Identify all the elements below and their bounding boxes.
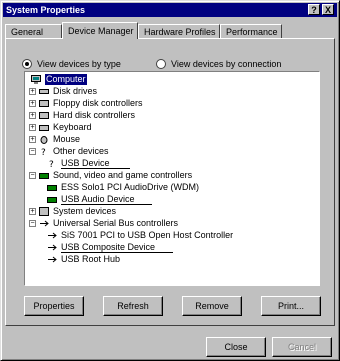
computer-icon (31, 75, 41, 84)
tree-item[interactable]: + Keyboard (29, 122, 92, 133)
tree-item[interactable]: + Hard disk controllers (29, 110, 135, 121)
device-tree[interactable]: Computer + Disk drives + Floppy disk contr… (24, 71, 320, 286)
tree-item-computer[interactable]: Computer (31, 74, 87, 85)
collapse-icon[interactable]: − (29, 220, 36, 227)
tab-general[interactable]: General (5, 24, 62, 38)
tree-label: System devices (53, 206, 117, 216)
tab-performance[interactable]: Performance (220, 24, 282, 38)
tree-label: USB Root Hub (61, 254, 121, 264)
properties-button[interactable]: Properties (24, 296, 84, 316)
disk-drive-icon (39, 89, 49, 94)
view-by-connection-radio[interactable]: View devices by connection (156, 58, 281, 70)
tree-item[interactable]: + Floppy disk controllers (29, 98, 143, 109)
tree-label: Floppy disk controllers (53, 98, 143, 108)
tree-item[interactable]: + Disk drives (29, 86, 97, 97)
help-button[interactable]: ? (308, 4, 320, 15)
tree-label: Other devices (53, 146, 109, 156)
tree-label: Universal Serial Bus controllers (53, 218, 179, 228)
expand-icon[interactable]: + (29, 112, 36, 119)
window-title: System Properties (6, 5, 86, 15)
tree-item[interactable]: + System devices (29, 206, 116, 217)
radio-unselected-icon (156, 59, 166, 69)
mouse-icon (40, 136, 48, 144)
collapse-icon[interactable]: − (29, 148, 36, 155)
print-button[interactable]: Print... (261, 296, 321, 316)
floppy-controller-icon (39, 100, 49, 107)
collapse-icon[interactable]: − (29, 172, 36, 179)
close-button[interactable]: Close (206, 337, 266, 357)
usb-icon (48, 244, 57, 251)
underline-marker (61, 204, 152, 205)
usb-icon (40, 220, 49, 227)
tree-item[interactable]: + Mouse (29, 134, 80, 145)
expand-icon[interactable]: + (29, 100, 36, 107)
expand-icon[interactable]: + (29, 88, 36, 95)
underline-marker (61, 252, 173, 253)
view-by-type-radio[interactable]: View devices by type (22, 58, 121, 70)
question-icon: ? (41, 148, 46, 156)
usb-icon (48, 232, 57, 239)
view-by-type-label: View devices by type (37, 59, 121, 69)
svg-text:?: ? (49, 160, 54, 168)
tree-item[interactable]: − Universal Serial Bus controllers (29, 218, 178, 229)
view-by-connection-label: View devices by connection (171, 59, 282, 69)
tree-item[interactable]: − Sound, video and game controllers (29, 170, 192, 181)
tree-label: ESS Solo1 PCI AudioDrive (WDM) (61, 182, 200, 192)
system-device-icon (39, 207, 49, 216)
expand-icon[interactable]: + (29, 124, 36, 131)
tree-item[interactable]: USB Root Hub (47, 254, 120, 265)
expand-icon[interactable]: + (29, 136, 36, 143)
question-icon: ? (49, 160, 54, 168)
title-bar[interactable]: System Properties ? X (3, 3, 337, 17)
system-properties-window: System Properties ? X General Device Man… (0, 0, 340, 361)
expand-icon[interactable]: + (29, 208, 36, 215)
tree-label: SiS 7001 PCI to USB Open Host Controller (61, 230, 234, 240)
tree-label: Hard disk controllers (53, 110, 136, 120)
tree-label: Mouse (53, 134, 81, 144)
refresh-button[interactable]: Refresh (103, 296, 163, 316)
tree-item[interactable]: SiS 7001 PCI to USB Open Host Controller (47, 230, 233, 241)
cancel-button: Cancel (272, 337, 332, 357)
sound-card-icon (47, 197, 57, 203)
underline-marker (61, 168, 130, 169)
tab-hardware-profiles[interactable]: Hardware Profiles (138, 24, 220, 38)
tree-label: Sound, video and game controllers (53, 170, 193, 180)
tree-label: Keyboard (53, 122, 92, 132)
keyboard-icon (39, 125, 49, 131)
sound-card-icon (39, 173, 49, 179)
remove-button[interactable]: Remove (182, 296, 242, 316)
sound-card-icon (47, 185, 57, 191)
radio-selected-icon (22, 59, 32, 69)
tree-label: Disk drives (53, 86, 98, 96)
tab-device-manager[interactable]: Device Manager (62, 22, 138, 39)
hard-disk-controller-icon (39, 112, 49, 119)
tree-label: Computer (45, 74, 87, 85)
tree-item[interactable]: −? Other devices (29, 146, 109, 157)
close-icon[interactable]: X (322, 4, 334, 15)
tree-item[interactable]: ESS Solo1 PCI AudioDrive (WDM) (47, 182, 199, 193)
svg-text:?: ? (41, 148, 46, 156)
usb-icon (48, 256, 57, 263)
